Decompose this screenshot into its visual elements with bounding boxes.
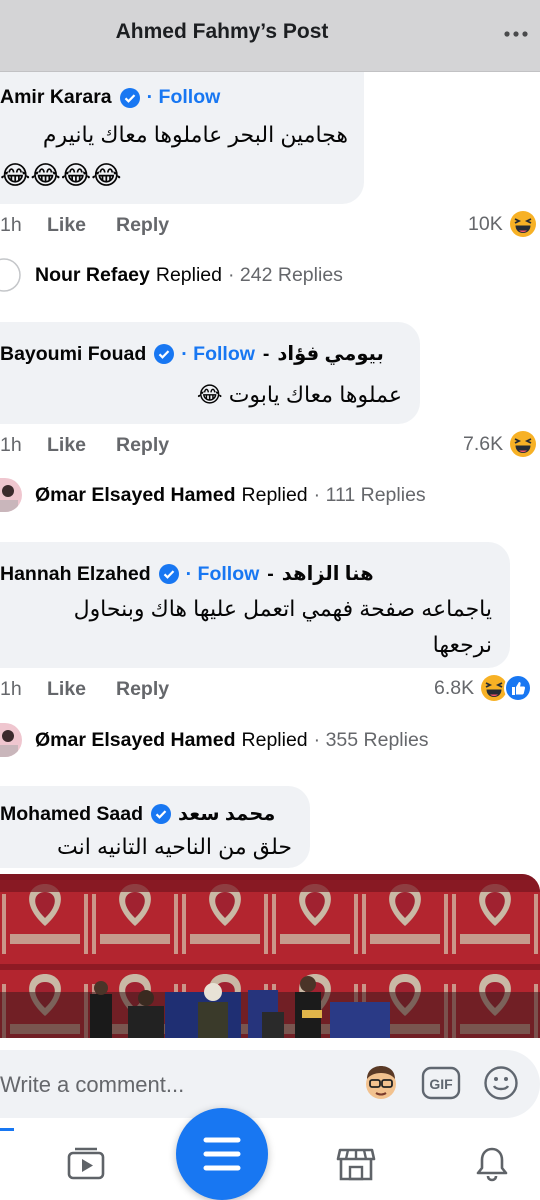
replies-count: · 242 Replies <box>228 263 343 286</box>
tent-scene-image <box>0 874 540 1038</box>
follow-link[interactable]: · Follow <box>147 86 221 109</box>
comment-text: عملوها معاك يابوت 😂 <box>196 382 402 407</box>
follow-link[interactable]: · Follow <box>181 343 255 366</box>
active-tab-indicator <box>0 1128 14 1131</box>
reaction-count: 7.6K <box>463 432 504 455</box>
haha-icon <box>510 431 537 457</box>
verified-badge-icon <box>158 564 179 584</box>
comment-text-line: ياجماعه صفحة فهمي اتعمل عليها هاك وبنحاو… <box>73 596 492 621</box>
menu-fab-button[interactable] <box>176 1108 268 1200</box>
svg-text:GIF: GIF <box>429 1076 453 1092</box>
replies-row[interactable]: Nour Refaey Replied · 242 Replies <box>0 258 343 292</box>
avatar <box>0 723 22 757</box>
comment-time: 1h <box>0 678 22 700</box>
replied-by-name: Ømar Elsayed Hamed <box>35 483 236 506</box>
comment-text: هجامين البحر عاملوها معاك يانيرم <box>42 122 348 147</box>
replied-label: Replied <box>241 483 308 506</box>
comment-text: حلق من الناحيه التانيه انت <box>57 834 292 859</box>
comment-composer: Write a comment... GIF <box>0 1048 540 1120</box>
avatar <box>0 478 22 512</box>
replies-count: · 355 Replies <box>313 728 429 751</box>
reaction-summary[interactable]: 6.8K <box>434 674 533 702</box>
reaction-summary[interactable]: 7.6K <box>463 430 537 458</box>
author-arabic-name: بيومي فؤاد <box>277 343 384 365</box>
reaction-count: 6.8K <box>434 676 475 699</box>
name-separator: - <box>267 562 274 585</box>
reaction-summary[interactable]: 10K <box>468 210 537 238</box>
comment-bubble: Bayoumi Fouad · Follow - بيومي فؤاد عملو… <box>0 322 420 424</box>
verified-badge-icon <box>119 87 140 108</box>
replies-count: · 111 Replies <box>313 483 426 506</box>
top-bar: Ahmed Fahmy’s Post <box>0 0 540 72</box>
verified-badge-icon <box>151 804 172 824</box>
smile-icon[interactable] <box>483 1065 519 1101</box>
verified-badge-icon <box>154 344 175 364</box>
comment-bubble: Hannah Elzahed · Follow - هنا الزاهد ياج… <box>0 542 510 668</box>
reply-button[interactable]: Reply <box>116 214 169 237</box>
follow-link[interactable]: · Follow <box>186 563 260 586</box>
comment-time: 1h <box>0 214 22 236</box>
video-tab-icon[interactable] <box>66 1144 106 1184</box>
replied-by-name: Nour Refaey <box>35 263 150 286</box>
comment-actions: 1h Like Reply <box>0 678 169 701</box>
comment-emoji-line: 😂😂😂😂 <box>0 160 122 190</box>
reaction-count: 10K <box>468 212 503 235</box>
comment-actions: 1h Like Reply <box>0 214 169 237</box>
avatar-emoji-icon[interactable] <box>361 1063 401 1103</box>
replied-label: Replied <box>155 263 223 286</box>
comment-bubble: Mohamed Saad محمد سعد حلق من الناحيه الت… <box>0 786 310 868</box>
comment-author[interactable]: Hannah Elzahed <box>0 563 151 586</box>
like-button[interactable]: Like <box>47 434 116 457</box>
like-icon <box>504 674 533 702</box>
comment-media-image[interactable] <box>0 874 540 1038</box>
like-button[interactable]: Like <box>47 214 116 237</box>
menu-fab-icon <box>203 1137 241 1171</box>
avatar <box>0 258 21 292</box>
comment-author[interactable]: Mohamed Saad <box>0 803 143 826</box>
marketplace-icon[interactable] <box>336 1144 376 1184</box>
more-dots-icon[interactable] <box>502 20 530 48</box>
replies-row[interactable]: Ømar Elsayed Hamed Replied · 111 Replies <box>0 478 426 512</box>
gif-icon[interactable]: GIF <box>421 1066 461 1100</box>
bell-icon[interactable] <box>472 1144 512 1184</box>
haha-icon <box>509 211 536 237</box>
replied-by-name: Ømar Elsayed Hamed <box>35 728 236 751</box>
author-arabic-name: هنا الزاهد <box>281 563 374 585</box>
comment-author[interactable]: Amir Karara <box>0 86 112 109</box>
replies-row[interactable]: Ømar Elsayed Hamed Replied · 355 Replies <box>0 723 429 757</box>
bottom-tab-bar <box>0 1108 540 1200</box>
replied-label: Replied <box>241 728 308 751</box>
name-separator: - <box>262 342 270 365</box>
like-button[interactable]: Like <box>47 678 116 701</box>
author-arabic-name: محمد سعد <box>178 803 276 825</box>
reply-button[interactable]: Reply <box>116 678 169 701</box>
comment-placeholder: Write a comment... <box>0 1072 185 1097</box>
page-title: Ahmed Fahmy’s Post <box>115 20 329 43</box>
comment-time: 1h <box>0 434 22 456</box>
reply-button[interactable]: Reply <box>116 434 169 457</box>
comment-actions: 1h Like Reply <box>0 434 169 457</box>
comment-bubble: Amir Karara · Follow هجامين البحر عاملوه… <box>0 72 364 204</box>
comment-text-line: نرجعها <box>432 632 492 657</box>
comment-author[interactable]: Bayoumi Fouad <box>0 343 146 366</box>
